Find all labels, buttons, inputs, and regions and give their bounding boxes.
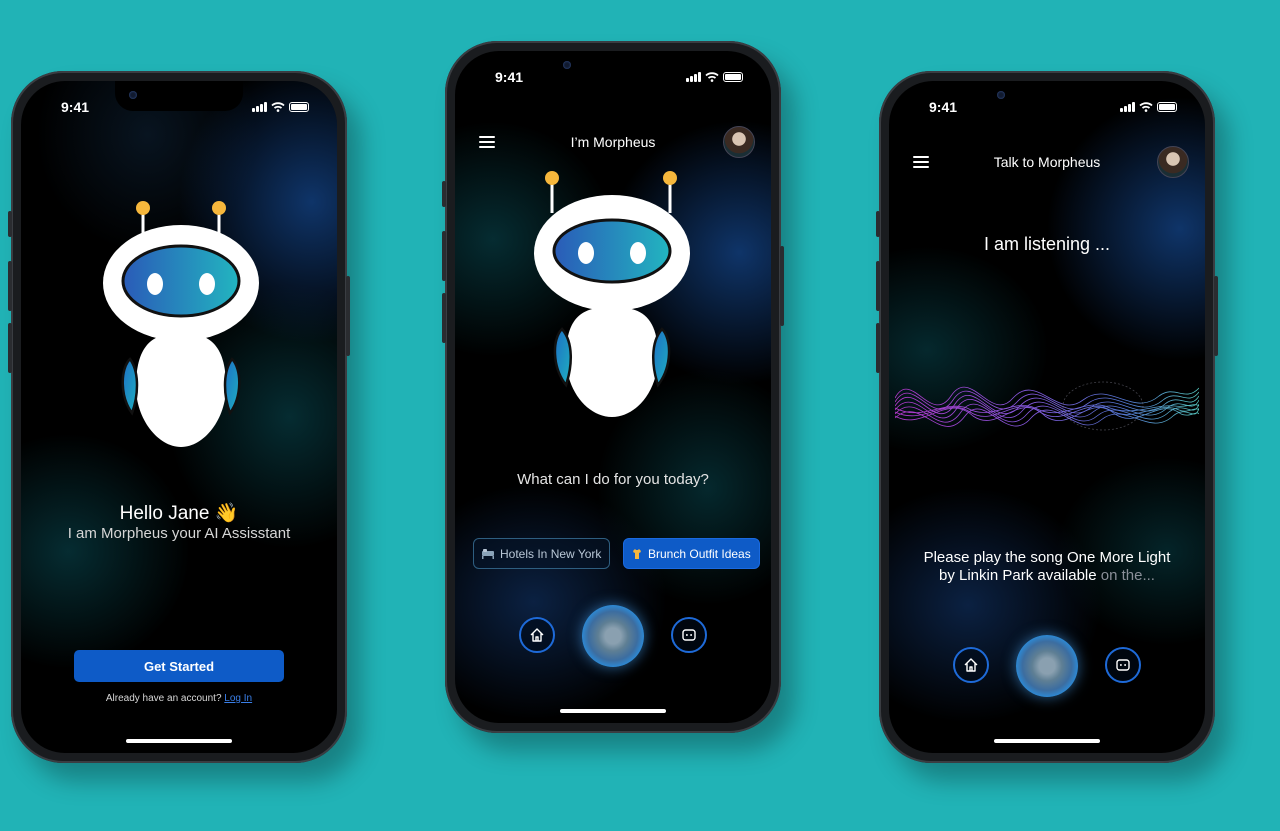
- welcome-subtitle: I am Morpheus your AI Assisstant: [67, 525, 291, 542]
- app-header: Talk to Morpheus: [889, 145, 1205, 179]
- suggestion-label: Brunch Outfit Ideas: [648, 546, 751, 561]
- home-icon: [530, 628, 544, 642]
- home-button[interactable]: [953, 647, 989, 683]
- wifi-icon: [271, 102, 285, 112]
- voice-orb-button[interactable]: [1016, 635, 1078, 697]
- bed-icon: [482, 548, 494, 559]
- home-button[interactable]: [519, 617, 555, 653]
- wifi-icon: [1139, 102, 1153, 112]
- chat-button[interactable]: [1105, 647, 1141, 683]
- shirt-icon: [632, 548, 642, 559]
- home-indicator[interactable]: [126, 739, 232, 743]
- avatar[interactable]: [1157, 146, 1189, 178]
- signal-icon: [252, 102, 267, 112]
- signal-icon: [1120, 102, 1135, 112]
- battery-icon: [289, 102, 309, 112]
- chat-icon: [682, 629, 696, 641]
- greeting-text: Hello Jane: [119, 503, 210, 524]
- home-screen: 9:41 I’m Morpheus What can I do for you …: [455, 51, 771, 723]
- home-icon: [964, 658, 978, 672]
- signin-prompt-text: Already have an account?: [105, 693, 222, 704]
- prompt-question: What can I do for you today?: [517, 471, 709, 488]
- bottom-nav: [889, 635, 1205, 697]
- home-indicator[interactable]: [994, 739, 1100, 743]
- home-indicator[interactable]: [560, 709, 666, 713]
- status-time: 9:41: [929, 99, 958, 115]
- welcome-screen: 9:41 Hello Jane 👋 I am Morpheus your AI …: [21, 81, 337, 753]
- status-time: 9:41: [61, 99, 90, 115]
- status-bar: 9:41: [455, 69, 771, 89]
- suggestion-chip-hotels[interactable]: Hotels In New York: [473, 538, 611, 569]
- transcript-faded: on the...: [1100, 567, 1155, 584]
- phone-welcome: 9:41 Hello Jane 👋 I am Morpheus your AI …: [8, 71, 350, 763]
- listening-screen: 9:41 Talk to Morpheus I am listening ...: [889, 81, 1205, 753]
- phone-listening: 9:41 Talk to Morpheus I am listening ...: [876, 71, 1218, 763]
- login-link[interactable]: Log In: [224, 693, 252, 704]
- phone-home: 9:41 I’m Morpheus What can I do for you …: [442, 41, 784, 733]
- robot-mascot: [534, 171, 690, 417]
- status-bar: 9:41: [889, 99, 1205, 119]
- signin-prompt: Already have an account? Log In: [21, 693, 337, 704]
- voice-orb-button[interactable]: [582, 605, 644, 667]
- suggestion-chip-brunch[interactable]: Brunch Outfit Ideas: [623, 538, 760, 569]
- chat-icon: [1116, 659, 1130, 671]
- app-header: I’m Morpheus: [455, 125, 771, 159]
- get-started-button[interactable]: Get Started: [74, 650, 284, 682]
- voice-waveform: [895, 381, 1199, 431]
- listening-status: I am listening ...: [983, 234, 1111, 254]
- chat-button[interactable]: [671, 617, 707, 653]
- wave-hand-icon: 👋: [214, 503, 239, 524]
- battery-icon: [723, 72, 743, 82]
- greeting-line: Hello Jane 👋: [21, 501, 337, 525]
- transcript: Please play the song One More Light by L…: [889, 549, 1205, 585]
- battery-icon: [1157, 102, 1177, 112]
- wifi-icon: [705, 72, 719, 82]
- avatar[interactable]: [723, 126, 755, 158]
- robot-mascot: [103, 201, 259, 447]
- bottom-nav: [455, 605, 771, 667]
- status-bar: 9:41: [21, 99, 337, 119]
- suggestion-label: Hotels In New York: [500, 546, 602, 561]
- status-time: 9:41: [495, 69, 524, 85]
- signal-icon: [686, 72, 701, 82]
